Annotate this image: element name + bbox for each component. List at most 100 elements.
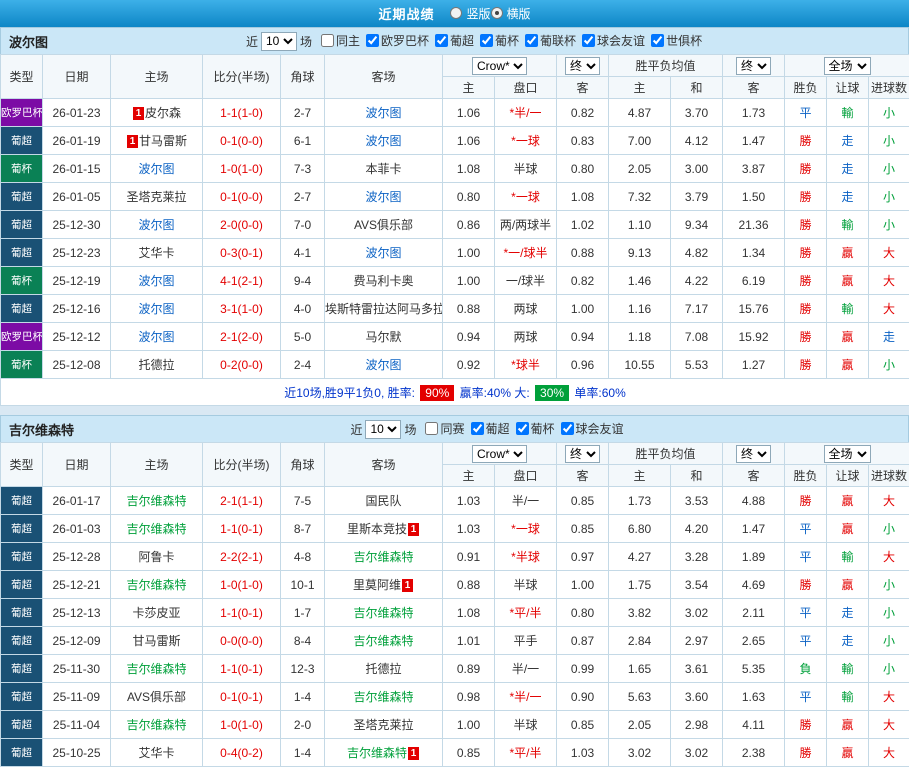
avg-end-select[interactable]: 终 <box>736 445 771 463</box>
checkbox-input[interactable] <box>561 422 574 435</box>
result-cell: 平 <box>785 99 827 127</box>
home-team-cell[interactable]: 卡莎皮亚 <box>111 599 203 627</box>
date-cell: 26-01-23 <box>43 99 111 127</box>
away-team-cell[interactable]: 马尔默 <box>325 323 443 351</box>
away-team-cell[interactable]: 波尔图 <box>325 351 443 379</box>
col-odds-away: 客 <box>557 77 609 99</box>
away-team-cell[interactable]: 波尔图 <box>325 99 443 127</box>
radio-label: 横版 <box>507 5 531 22</box>
odds-company-select[interactable]: Crow* <box>472 57 527 75</box>
checkbox-input[interactable] <box>366 34 379 47</box>
home-team-cell[interactable]: 1皮尔森 <box>111 99 203 127</box>
odds-company-header: Crow* <box>443 443 557 465</box>
away-team-cell[interactable]: 吉尔维森特 <box>325 599 443 627</box>
col-score: 比分(半场) <box>203 55 281 99</box>
away-team-cell[interactable]: 托德拉 <box>325 655 443 683</box>
away-team-cell[interactable]: AVS俱乐部 <box>325 211 443 239</box>
filter-checkbox[interactable]: 葡超 <box>471 420 510 437</box>
col-goals: 进球数 <box>869 77 909 99</box>
filter-checkbox[interactable]: 球会友谊 <box>561 420 624 437</box>
filter-checkbox[interactable]: 同主 <box>321 32 360 49</box>
away-team-cell[interactable]: 吉尔维森特 <box>325 683 443 711</box>
home-team-cell[interactable]: 甘马雷斯 <box>111 627 203 655</box>
away-team-cell[interactable]: 波尔图 <box>325 183 443 211</box>
home-team-cell[interactable]: 波尔图 <box>111 267 203 295</box>
avg-win-cell: 5.63 <box>609 683 671 711</box>
checkbox-input[interactable] <box>525 34 538 47</box>
checkbox-input[interactable] <box>480 34 493 47</box>
odds-end-select[interactable]: 终 <box>565 445 600 463</box>
avg-lose-cell: 2.65 <box>723 627 785 655</box>
away-team-cell[interactable]: 吉尔维森特 <box>325 543 443 571</box>
checkbox-input[interactable] <box>435 34 448 47</box>
filter-checkbox[interactable]: 同赛 <box>425 420 464 437</box>
handicap-cell: 半球 <box>495 711 557 739</box>
fullmatch-select[interactable]: 全场 <box>824 57 871 75</box>
avg-win-cell: 2.05 <box>609 155 671 183</box>
away-team-cell[interactable]: 里斯本竞技1 <box>325 515 443 543</box>
away-team-cell[interactable]: 波尔图 <box>325 239 443 267</box>
layout-radio-vertical[interactable]: 竖版 <box>450 5 490 22</box>
odds-company-select[interactable]: Crow* <box>472 445 527 463</box>
avg-end-select[interactable]: 终 <box>736 57 771 75</box>
away-team-cell[interactable]: 吉尔维森特 <box>325 627 443 655</box>
checkbox-input[interactable] <box>651 34 664 47</box>
layout-radio-horizontal[interactable]: 横版 <box>491 5 531 22</box>
odds-end-select[interactable]: 终 <box>565 57 600 75</box>
home-team-cell[interactable]: 吉尔维森特 <box>111 711 203 739</box>
avg-lose-cell: 5.35 <box>723 655 785 683</box>
fullmatch-select[interactable]: 全场 <box>824 445 871 463</box>
away-team-cell[interactable]: 吉尔维森特1 <box>325 739 443 767</box>
home-team-cell[interactable]: 吉尔维森特 <box>111 487 203 515</box>
checkbox-input[interactable] <box>425 422 438 435</box>
home-team-cell[interactable]: 阿鲁卡 <box>111 543 203 571</box>
home-team-cell[interactable]: 波尔图 <box>111 295 203 323</box>
checkbox-input[interactable] <box>582 34 595 47</box>
home-odds-cell: 0.89 <box>443 655 495 683</box>
home-team-cell[interactable]: 吉尔维森特 <box>111 655 203 683</box>
match-count-select[interactable]: 10 <box>261 32 297 51</box>
filter-checkboxes: 同赛葡超葡杯球会友谊 <box>419 420 623 438</box>
home-team-cell[interactable]: 1甘马雷斯 <box>111 127 203 155</box>
match-row: 葡杯25-12-19波尔图4-1(2-1)9-4费马利卡奥1.00一/球半0.8… <box>1 267 909 295</box>
home-team-cell[interactable]: 艾华卡 <box>111 739 203 767</box>
home-team-cell[interactable]: 波尔图 <box>111 211 203 239</box>
checkbox-input[interactable] <box>516 422 529 435</box>
home-team-cell[interactable]: 波尔图 <box>111 323 203 351</box>
avg-draw-cell: 5.53 <box>671 351 723 379</box>
home-team-cell[interactable]: 艾华卡 <box>111 239 203 267</box>
filter-checkbox[interactable]: 葡超 <box>435 32 474 49</box>
filter-checkbox[interactable]: 球会友谊 <box>582 32 645 49</box>
match-count-select[interactable]: 10 <box>365 420 401 439</box>
home-team-cell[interactable]: 吉尔维森特 <box>111 571 203 599</box>
checkbox-input[interactable] <box>321 34 334 47</box>
away-team-cell[interactable]: 埃斯特雷拉达阿马多拉 <box>325 295 443 323</box>
col-avg-win: 主 <box>609 465 671 487</box>
filter-checkbox[interactable]: 世俱杯 <box>651 32 702 49</box>
away-team-cell[interactable]: 波尔图 <box>325 127 443 155</box>
home-team-cell[interactable]: 托德拉 <box>111 351 203 379</box>
home-team-cell[interactable]: 圣塔克莱拉 <box>111 183 203 211</box>
handicap-cell: *一/球半 <box>495 239 557 267</box>
col-date: 日期 <box>43 443 111 487</box>
away-team-cell[interactable]: 里莫阿维1 <box>325 571 443 599</box>
filter-checkbox[interactable]: 葡杯 <box>480 32 519 49</box>
home-team-cell[interactable]: AVS俱乐部 <box>111 683 203 711</box>
filter-checkbox[interactable]: 欧罗巴杯 <box>366 32 429 49</box>
filter-checkbox[interactable]: 葡联杯 <box>525 32 576 49</box>
league-cell: 葡超 <box>1 487 43 515</box>
checkbox-input[interactable] <box>471 422 484 435</box>
handicap-result-cell: 走 <box>827 627 869 655</box>
away-team-cell[interactable]: 本菲卡 <box>325 155 443 183</box>
handicap-cell: *半球 <box>495 543 557 571</box>
avg-win-cell: 4.87 <box>609 99 671 127</box>
corner-cell: 2-4 <box>281 351 325 379</box>
home-team-cell[interactable]: 吉尔维森特 <box>111 515 203 543</box>
home-team-cell[interactable]: 波尔图 <box>111 155 203 183</box>
away-team-cell[interactable]: 圣塔克莱拉 <box>325 711 443 739</box>
handicap-result-cell: 輸 <box>827 99 869 127</box>
goals-result-cell: 小 <box>869 211 909 239</box>
away-team-cell[interactable]: 国民队 <box>325 487 443 515</box>
away-team-cell[interactable]: 费马利卡奥 <box>325 267 443 295</box>
filter-checkbox[interactable]: 葡杯 <box>516 420 555 437</box>
